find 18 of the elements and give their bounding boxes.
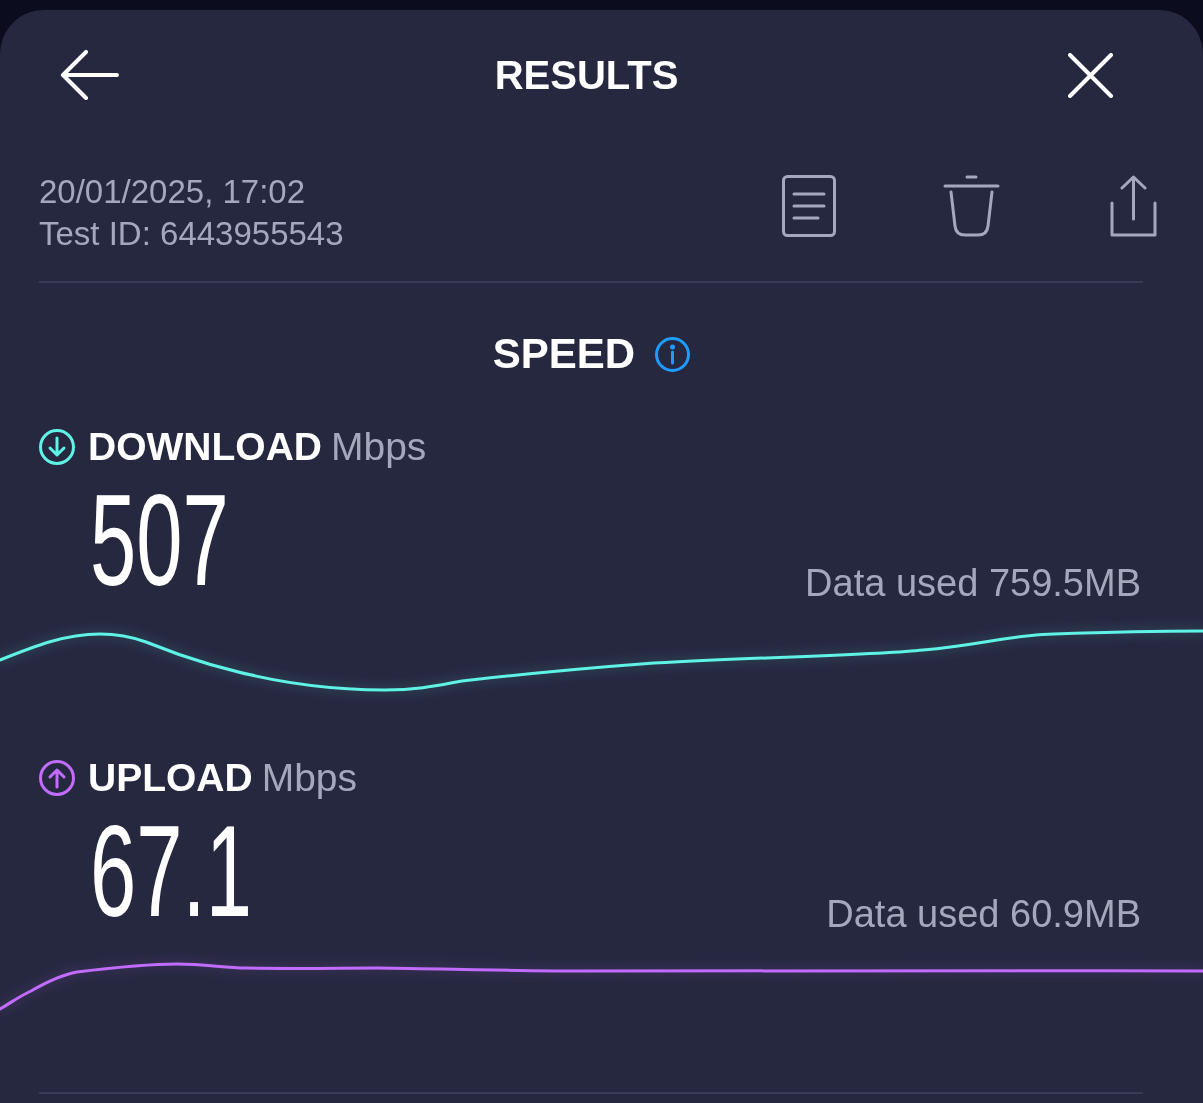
measurement-label: UPLOAD: [88, 756, 253, 800]
data-used: Data used 759.5MB: [805, 563, 1141, 603]
speed-value: 507: [90, 491, 229, 589]
info-icon[interactable]: [655, 336, 691, 372]
left-arrow-icon[interactable]: [60, 50, 120, 100]
share-icon[interactable]: [1110, 175, 1157, 237]
trash-icon[interactable]: [943, 175, 1000, 237]
unit-label: Mbps: [330, 425, 427, 469]
measurement-label: DOWNLOAD: [88, 425, 322, 469]
data-used: Data used 60.9MB: [826, 894, 1141, 934]
speed-value: 67.1: [90, 822, 252, 920]
test-id: Test ID: 6443955543: [39, 214, 344, 254]
section-title: SPEED: [492, 329, 636, 379]
page-title: RESULTS: [494, 52, 679, 99]
document-icon[interactable]: [782, 175, 836, 237]
unit-label: Mbps: [261, 756, 358, 800]
test-date: 20/01/2025, 17:02: [39, 172, 306, 212]
close-icon[interactable]: [1068, 52, 1113, 98]
